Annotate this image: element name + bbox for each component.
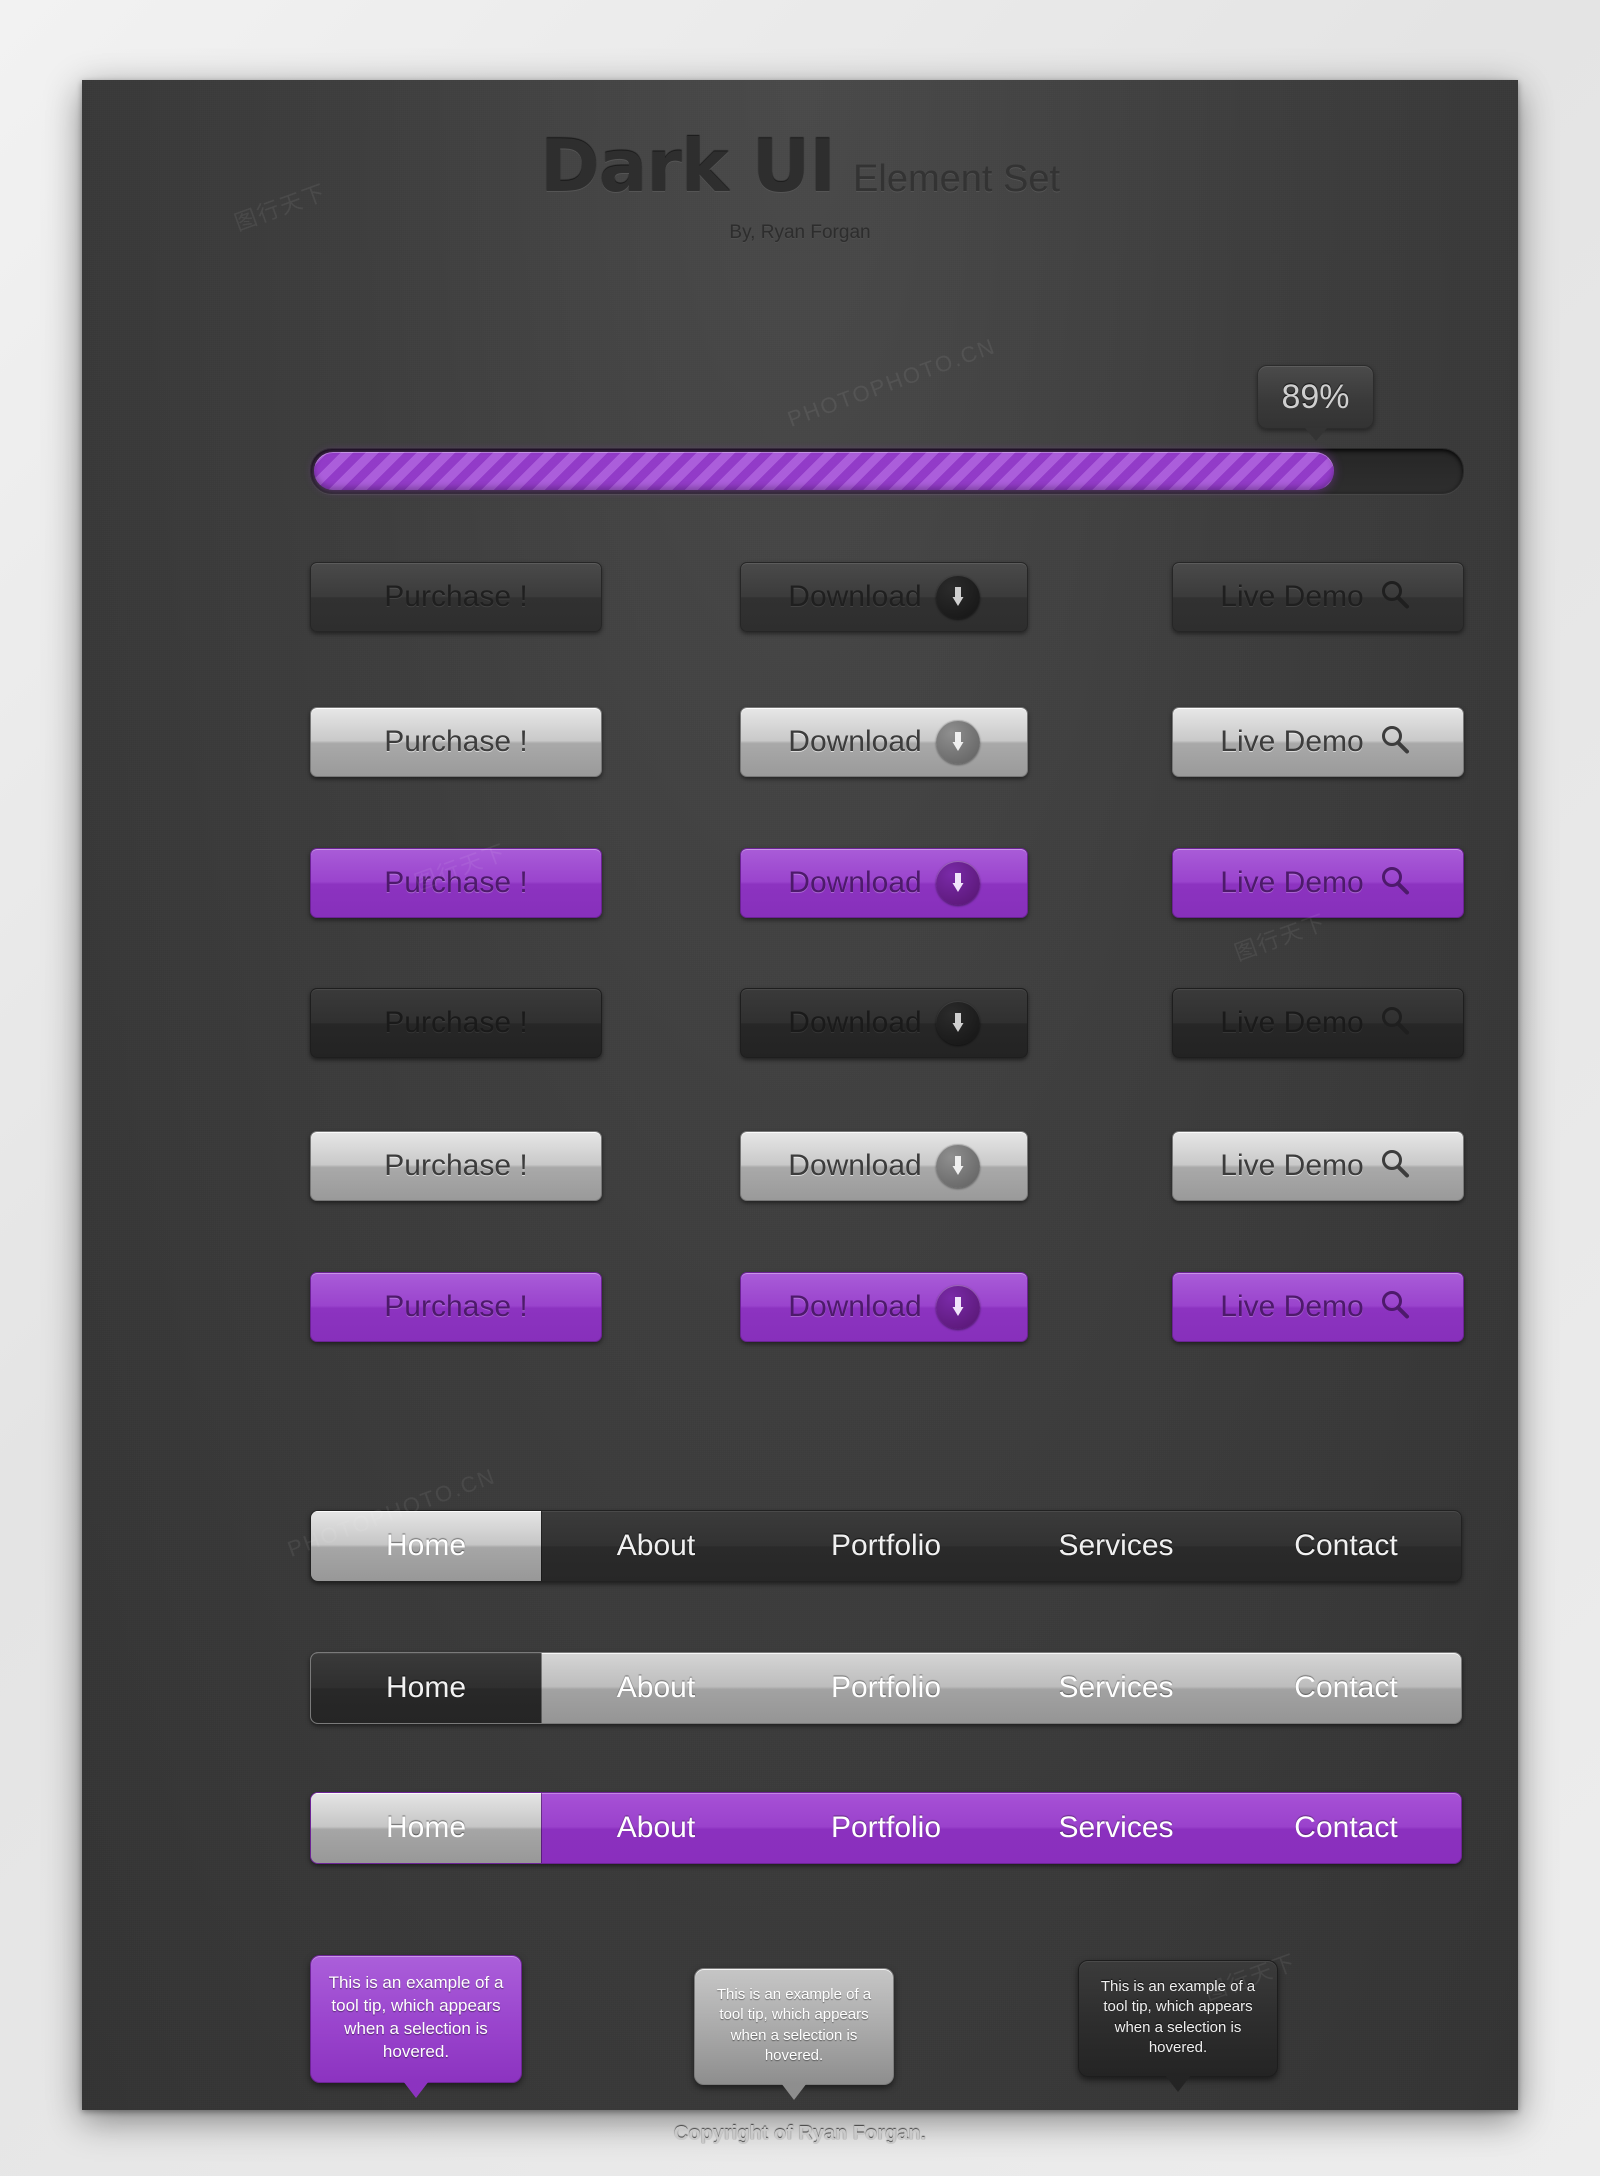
nav-item-home[interactable]: Home [311, 1793, 541, 1863]
live-demo-button-label: Live Demo [1220, 866, 1364, 899]
download-button[interactable]: Download [740, 1272, 1028, 1342]
title-main: Dark UI [539, 124, 836, 208]
download-button-label: Download [788, 1290, 922, 1323]
tooltip-purple: This is an example of a tool tip, which … [310, 1955, 522, 2098]
header: Dark UI Element Set By, Ryan Forgan [82, 80, 1518, 244]
nav-item-home[interactable]: Home [311, 1511, 541, 1581]
navbar-dark: Home About Portfolio Services Contact [310, 1510, 1462, 1582]
nav-item-portfolio[interactable]: Portfolio [771, 1793, 1001, 1863]
download-button-label: Download [788, 866, 922, 899]
title-subtitle: Element Set [853, 158, 1061, 200]
nav-item-about[interactable]: About [541, 1793, 771, 1863]
download-button-label: Download [788, 725, 922, 758]
nav-item-portfolio[interactable]: Portfolio [771, 1653, 1001, 1723]
nav-item-contact[interactable]: Contact [1231, 1511, 1461, 1581]
page-title: Dark UI Element Set [82, 80, 1518, 202]
copyright-text: Copyright of Ryan Forgan. [673, 2123, 927, 2145]
nav-item-about[interactable]: About [541, 1653, 771, 1723]
nav-item-about[interactable]: About [541, 1511, 771, 1581]
magnifier-icon [1378, 578, 1416, 616]
progress-bar-track[interactable] [310, 448, 1464, 494]
progress-percent-label: 89% [1281, 377, 1350, 416]
magnifier-icon [1378, 1288, 1416, 1326]
nav-item-services[interactable]: Services [1001, 1653, 1231, 1723]
progress-percent-badge: 89% [1257, 365, 1374, 441]
nav-item-services[interactable]: Services [1001, 1511, 1231, 1581]
download-button-label: Download [788, 1006, 922, 1039]
download-button-label: Download [788, 580, 922, 613]
purchase-button-label: Purchase ! [384, 1006, 528, 1039]
page-background: Dark UI Element Set By, Ryan Forgan 89% P… [0, 0, 1600, 2176]
purchase-button-label: Purchase ! [384, 580, 528, 613]
live-demo-button-label: Live Demo [1220, 580, 1364, 613]
purchase-button-label: Purchase ! [384, 1290, 528, 1323]
download-arrow-circle-icon [935, 720, 980, 764]
navbar-purple: Home About Portfolio Services Contact [310, 1792, 1462, 1864]
download-arrow-circle-icon [935, 1285, 980, 1329]
download-button[interactable]: Download [740, 562, 1028, 632]
live-demo-button[interactable]: Live Demo [1172, 1272, 1464, 1342]
purchase-button[interactable]: Purchase ! [310, 562, 602, 632]
live-demo-button[interactable]: Live Demo [1172, 848, 1464, 918]
download-arrow-circle-icon [935, 575, 980, 619]
download-button[interactable]: Download [740, 848, 1028, 918]
tooltip-silver: This is an example of a tool tip, which … [694, 1968, 894, 2100]
byline: By, Ryan Forgan [729, 222, 871, 243]
progress-bar-fill [314, 452, 1334, 490]
purchase-button[interactable]: Purchase ! [310, 1272, 602, 1342]
download-button[interactable]: Download [740, 1131, 1028, 1201]
purchase-button[interactable]: Purchase ! [310, 1131, 602, 1201]
tooltip-dark: This is an example of a tool tip, which … [1078, 1960, 1278, 2092]
download-button[interactable]: Download [740, 707, 1028, 777]
nav-item-services[interactable]: Services [1001, 1793, 1231, 1863]
magnifier-icon [1378, 864, 1416, 902]
download-arrow-circle-icon [935, 1144, 980, 1188]
download-button[interactable]: Download [740, 988, 1028, 1058]
magnifier-icon [1378, 1004, 1416, 1042]
ui-kit-sheet: Dark UI Element Set By, Ryan Forgan 89% P… [82, 80, 1518, 2145]
live-demo-button[interactable]: Live Demo [1172, 988, 1464, 1058]
nav-item-contact[interactable]: Contact [1231, 1793, 1461, 1863]
magnifier-icon [1378, 1147, 1416, 1185]
nav-item-home[interactable]: Home [311, 1653, 541, 1723]
purchase-button-label: Purchase ! [384, 866, 528, 899]
magnifier-icon [1378, 723, 1416, 761]
watermark: PHOTOPHOTO.CN [784, 333, 1000, 432]
live-demo-button-label: Live Demo [1220, 1006, 1364, 1039]
navbar-silver: Home About Portfolio Services Contact [310, 1652, 1462, 1724]
purchase-button[interactable]: Purchase ! [310, 988, 602, 1058]
live-demo-button[interactable]: Live Demo [1172, 707, 1464, 777]
download-arrow-circle-icon [935, 861, 980, 905]
purchase-button[interactable]: Purchase ! [310, 707, 602, 777]
purchase-button-label: Purchase ! [384, 725, 528, 758]
nav-item-portfolio[interactable]: Portfolio [771, 1511, 1001, 1581]
purchase-button-label: Purchase ! [384, 1149, 528, 1182]
download-button-label: Download [788, 1149, 922, 1182]
live-demo-button-label: Live Demo [1220, 1290, 1364, 1323]
nav-item-contact[interactable]: Contact [1231, 1653, 1461, 1723]
purchase-button[interactable]: Purchase ! [310, 848, 602, 918]
live-demo-button[interactable]: Live Demo [1172, 1131, 1464, 1201]
live-demo-button-label: Live Demo [1220, 1149, 1364, 1182]
live-demo-button-label: Live Demo [1220, 725, 1364, 758]
download-arrow-circle-icon [935, 1001, 980, 1045]
live-demo-button[interactable]: Live Demo [1172, 562, 1464, 632]
